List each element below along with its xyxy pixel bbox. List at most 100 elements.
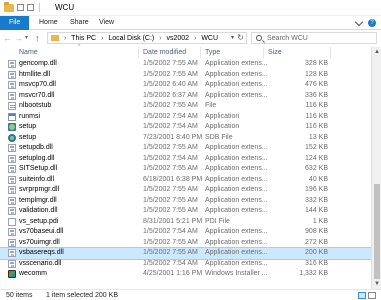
tab-home[interactable]: Home: [33, 16, 64, 30]
scroll-down-icon[interactable]: ▼: [372, 279, 381, 289]
file-date: 7/23/2001 8:40 PM: [143, 133, 203, 141]
file-name: nlbootstub: [19, 102, 52, 109]
file-size: 908 KB: [305, 228, 328, 235]
dll-icon: [8, 70, 16, 79]
address-bar[interactable]: › This PC › Local Disk (C:) › vs2002 › W…: [47, 32, 247, 44]
dll-icon: [8, 91, 16, 100]
details-view-icon[interactable]: [358, 292, 366, 299]
file-date: 1/5/2002 7:54 AM: [143, 123, 198, 130]
tab-view[interactable]: View: [93, 16, 120, 30]
column-header-date-modified[interactable]: Date modified: [143, 48, 186, 58]
large-icons-view-icon[interactable]: [368, 292, 376, 299]
file-row[interactable]: msvcp70.dll 1/5/2002 6:40 AM Application…: [0, 80, 371, 91]
item-count: 50 items: [6, 292, 33, 299]
column-header-row: Name ^ Date modified Type Size: [0, 44, 371, 59]
tab-share[interactable]: Share: [64, 16, 95, 30]
file-date: 1/5/2002 7:55 AM: [143, 144, 198, 151]
column-header-size[interactable]: Size: [268, 48, 282, 58]
file-row[interactable]: svrprpmgr.dll 1/5/2002 7:55 AM Applicati…: [0, 185, 371, 196]
file-size: 336 KB: [305, 91, 328, 99]
file-size: 272 KB: [305, 238, 328, 246]
column-header-type[interactable]: Type: [205, 48, 220, 58]
search-placeholder: Search WCU: [267, 35, 308, 42]
selection-info: 1 item selected 200 KB: [46, 292, 118, 299]
file-size: 40 KB: [308, 175, 328, 183]
file-row[interactable]: templmgr.dll 1/5/2002 7:55 AM Applicatio…: [0, 196, 371, 207]
breadcrumb-separator[interactable]: ›: [156, 35, 164, 42]
file-row[interactable]: setup 1/5/2002 7:54 AM Application 116 K…: [0, 122, 371, 133]
file-type: Application extens...: [205, 91, 268, 99]
help-icon[interactable]: ?: [368, 19, 376, 27]
tab-file[interactable]: File: [0, 16, 30, 30]
file-date: 1/5/2002 7:55 AM: [143, 249, 198, 256]
file-date: 1/5/2002 6:40 AM: [143, 81, 198, 88]
file-name: vsbasereqs.dll: [19, 249, 64, 256]
file-row[interactable]: setup 7/23/2001 8:40 PM SDB File 13 KB: [0, 133, 371, 144]
breadcrumb-local-disk[interactable]: Local Disk (C:): [108, 35, 154, 42]
pdi-icon: [8, 217, 16, 226]
file-size: 13 KB: [308, 133, 328, 141]
file-row-selected[interactable]: vsbasereqs.dll 1/5/2002 7:55 AM Applicat…: [0, 247, 372, 260]
file-row[interactable]: vsscenario.dll 1/5/2002 7:54 AM Applicat…: [0, 259, 371, 270]
file-row[interactable]: htmllite.dll 1/5/2002 7:55 AM Applicatio…: [0, 70, 371, 81]
vertical-scrollbar[interactable]: ▲ ▼: [371, 47, 381, 289]
file-row[interactable]: setupdb.dll 1/5/2002 7:55 AM Application…: [0, 143, 371, 154]
scrollbar-thumb[interactable]: [374, 184, 380, 279]
breadcrumb-separator[interactable]: ›: [98, 35, 106, 42]
breadcrumb-wcu[interactable]: WCU: [201, 35, 218, 42]
file-date: 4/25/2001 1:16 PM: [143, 270, 203, 277]
file-row[interactable]: validation.dll 1/5/2002 7:55 AM Applicat…: [0, 206, 371, 217]
file-date: 1/5/2002 7:54 AM: [143, 228, 198, 235]
breadcrumb-separator[interactable]: ›: [191, 35, 199, 42]
file-name: templmgr.dll: [19, 196, 57, 204]
file-date: 1/5/2002 6:37 AM: [143, 91, 198, 99]
file-row[interactable]: vs_setup.pdi 8/31/2001 5:21 PM PDI File …: [0, 217, 371, 228]
new-folder-icon[interactable]: [27, 4, 34, 11]
file-size: 476 KB: [305, 81, 328, 88]
dll-icon: [8, 196, 16, 205]
refresh-icon[interactable]: ↻: [237, 33, 244, 42]
file-row[interactable]: gencomp.dll 1/5/2002 7:55 AM Application…: [0, 59, 371, 70]
properties-icon[interactable]: [17, 4, 24, 11]
column-divider[interactable]: [200, 47, 201, 58]
file-date: 1/5/2002 7:54 AM: [143, 112, 198, 120]
column-header-name[interactable]: Name: [19, 48, 38, 58]
column-divider[interactable]: [138, 47, 139, 58]
file-row[interactable]: nlbootstub 1/5/2002 7:55 AM File 116 KB: [0, 101, 371, 112]
view-switcher: [358, 292, 376, 299]
file-size: 196 KB: [305, 186, 328, 193]
expand-ribbon-icon[interactable]: [354, 17, 364, 26]
file-size: 116 KB: [305, 123, 328, 130]
file-name: validation.dll: [19, 207, 58, 214]
search-input[interactable]: Search WCU: [251, 32, 377, 44]
file-name: wecomm: [19, 270, 48, 277]
breadcrumb-vs2002[interactable]: vs2002: [166, 35, 189, 42]
msi-icon: [8, 270, 16, 278]
file-row[interactable]: wecomm 4/25/2001 1:16 PM Windows Install…: [0, 269, 371, 280]
file-name: setupdb.dll: [19, 144, 53, 151]
address-dropdown-icon[interactable]: ▾: [231, 34, 234, 41]
column-divider[interactable]: [330, 47, 331, 58]
file-row[interactable]: setuplog.dll 1/5/2002 7:54 AM Applicatio…: [0, 154, 371, 165]
dll-icon: [8, 249, 16, 257]
file-date: 1/5/2002 7:55 AM: [143, 207, 198, 214]
breadcrumb-this-pc[interactable]: This PC: [71, 35, 96, 42]
up-arrow-icon[interactable]: ↑: [35, 33, 40, 43]
scroll-up-icon[interactable]: ▲: [372, 47, 381, 57]
title-bar: WCU: [0, 0, 381, 16]
dll-icon: [8, 60, 16, 68]
file-row[interactable]: suiteinfo.dll 6/18/2001 6:38 PM Applicat…: [0, 175, 371, 186]
file-name: vs70baseui.dll: [19, 228, 64, 235]
recent-locations-chevron-icon[interactable]: ▾: [25, 34, 28, 41]
forward-arrow-icon[interactable]: →: [14, 33, 23, 43]
file-type: Windows Installer ...: [205, 270, 268, 277]
file-size: 116 KB: [305, 102, 328, 109]
column-divider[interactable]: [263, 47, 264, 58]
file-row[interactable]: SITSetup.dll 1/5/2002 7:55 AM Applicatio…: [0, 164, 371, 175]
file-row[interactable]: vs70uimgr.dll 1/5/2002 7:55 AM Applicati…: [0, 238, 371, 249]
file-type: Application extens...: [205, 249, 268, 256]
file-row[interactable]: runmsi 1/5/2002 7:54 AM Application 116 …: [0, 112, 371, 123]
file-row[interactable]: msvcr70.dll 1/5/2002 6:37 AM Application…: [0, 91, 371, 102]
file-row[interactable]: vs70baseui.dll 1/5/2002 7:54 AM Applicat…: [0, 227, 371, 238]
back-arrow-icon[interactable]: ←: [3, 33, 12, 43]
